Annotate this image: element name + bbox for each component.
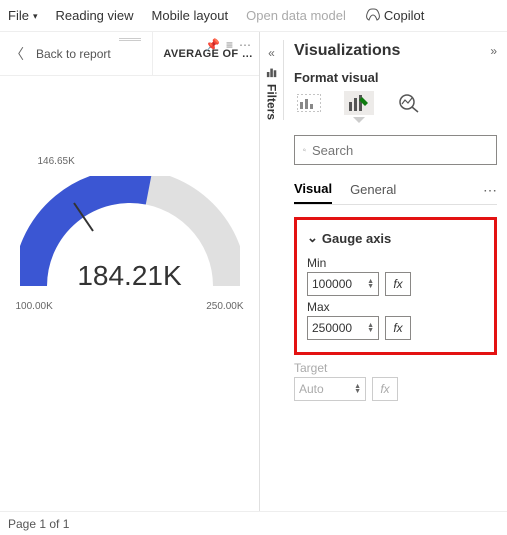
back-arrow-icon[interactable]: 〈 (6, 44, 28, 64)
menu-file-label: File (8, 8, 29, 23)
status-bar: Page 1 of 1 (0, 511, 507, 535)
highlight-box: ⌄ Gauge axis Min 100000 ▲▼ fx Max 250000… (294, 217, 497, 355)
min-label: Min (307, 256, 484, 270)
filters-collapsed-pane[interactable]: « Filters (260, 40, 284, 120)
format-visual-icon[interactable] (344, 91, 374, 115)
drag-handle-icon[interactable] (119, 38, 141, 41)
chevron-down-icon: ▾ (33, 11, 38, 22)
spinner-icon: ▲▼ (354, 384, 361, 394)
format-mode-icons (294, 91, 497, 121)
top-menu-bar: File ▾ Reading view Mobile layout Open d… (0, 0, 507, 32)
min-input[interactable]: 100000 ▲▼ (307, 272, 379, 296)
max-input[interactable]: 250000 ▲▼ (307, 316, 379, 340)
max-fx-button[interactable]: fx (385, 316, 411, 340)
gauge-max-label: 250.00K (206, 301, 243, 312)
back-to-report-link[interactable]: Back to report (36, 47, 111, 61)
target-section-disabled: Target Auto ▲▼ fx (294, 361, 497, 401)
target-value: Auto (299, 382, 324, 396)
min-fx-button[interactable]: fx (385, 272, 411, 296)
pane-title: Visualizations (294, 42, 400, 60)
gauge-axis-title: Gauge axis (322, 231, 391, 246)
search-icon (303, 143, 306, 157)
gauge-visual[interactable]: 184.21K 100.00K 250.00K 146.65K (0, 76, 259, 511)
tab-visual[interactable]: Visual (294, 177, 332, 204)
menu-reading-view[interactable]: Reading view (55, 8, 133, 23)
format-search-input[interactable] (312, 143, 488, 158)
report-canvas: 📌 ≡ ⋯ 〈 Back to report AVERAGE OF … (0, 32, 260, 511)
target-label: Target (294, 361, 497, 375)
gauge-axis-accordion[interactable]: ⌄ Gauge axis (307, 230, 484, 246)
format-search-box[interactable] (294, 135, 497, 165)
chevron-down-icon: ⌄ (307, 230, 318, 246)
filter-icon[interactable]: ≡ (226, 38, 233, 52)
menu-mobile-layout[interactable]: Mobile layout (152, 8, 229, 23)
visual-toolbar: 📌 ≡ ⋯ (205, 38, 251, 52)
menu-open-data-model: Open data model (246, 8, 346, 23)
collapse-left-icon[interactable]: « (268, 46, 275, 60)
target-fx-button: fx (372, 377, 398, 401)
visualizations-pane: Visualizations » Format visual Visual Ge… (284, 32, 507, 511)
format-visual-header: Format visual (294, 70, 497, 85)
max-label: Max (307, 300, 484, 314)
gauge-min-label: 100.00K (16, 301, 53, 312)
menu-copilot-label: Copilot (384, 8, 424, 23)
page-indicator: Page 1 of 1 (8, 517, 69, 531)
menu-file[interactable]: File ▾ (8, 8, 37, 23)
max-value: 250000 (312, 321, 352, 335)
bar-chart-icon (265, 66, 279, 78)
menu-copilot[interactable]: Copilot (364, 8, 424, 24)
filters-label: Filters (265, 84, 279, 120)
spinner-icon[interactable]: ▲▼ (367, 323, 374, 333)
format-tabs: Visual General ⋯ (294, 177, 497, 205)
analytics-icon[interactable] (394, 91, 424, 115)
min-value: 100000 (312, 277, 352, 291)
spinner-icon[interactable]: ▲▼ (367, 279, 374, 289)
build-visual-icon[interactable] (294, 91, 324, 115)
copilot-icon (364, 8, 380, 24)
more-icon[interactable]: ⋯ (239, 38, 251, 52)
target-input: Auto ▲▼ (294, 377, 366, 401)
tab-general[interactable]: General (350, 178, 396, 203)
collapse-right-icon[interactable]: » (490, 44, 497, 58)
gauge-value-label: 184.21K (20, 260, 240, 292)
tab-more-icon[interactable]: ⋯ (483, 182, 497, 199)
pin-icon[interactable]: 📌 (205, 38, 220, 52)
gauge-target-label: 146.65K (38, 156, 75, 167)
